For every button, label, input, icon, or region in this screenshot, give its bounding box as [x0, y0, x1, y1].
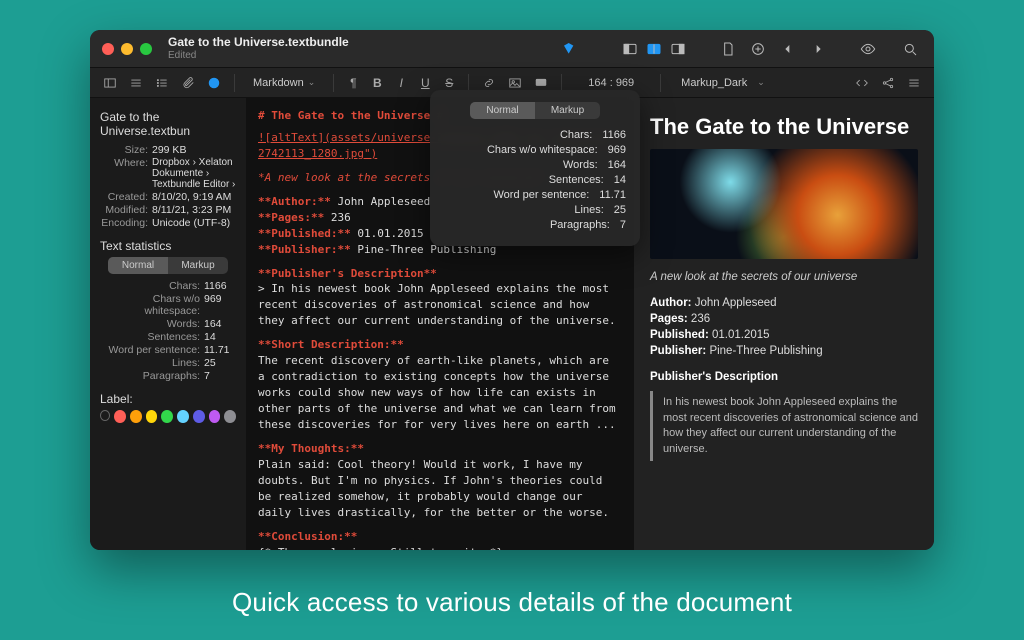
layout-left-button[interactable] [618, 38, 642, 60]
label-clear[interactable] [100, 410, 110, 421]
layout-split-button[interactable] [642, 38, 666, 60]
stats-popover: Normal Markup Chars:1166 Chars w/o white… [430, 90, 640, 246]
seg-markup[interactable]: Markup [168, 257, 228, 274]
theme-selector[interactable]: Markup_Dark ⌄ [671, 77, 775, 89]
label-swatch[interactable] [193, 410, 205, 423]
label-swatch[interactable] [114, 410, 126, 423]
popover-seg-normal[interactable]: Normal [470, 102, 535, 119]
label-swatch[interactable] [146, 410, 158, 423]
list-icon[interactable] [152, 73, 172, 93]
seg-normal[interactable]: Normal [108, 257, 168, 274]
minimize-window-button[interactable] [121, 43, 133, 55]
visibility-menu-button[interactable] [856, 38, 880, 60]
marketing-caption: Quick access to various details of the d… [0, 587, 1024, 618]
stats-heading: Text statistics [100, 239, 236, 253]
syntax-selector[interactable]: Markdown ⌄ [245, 77, 323, 89]
label-swatch[interactable] [130, 410, 142, 423]
chevron-up-down-icon: ⌄ [308, 77, 316, 88]
word-count[interactable]: 164 : 969 [572, 77, 650, 89]
zoom-window-button[interactable] [140, 43, 152, 55]
code-icon[interactable] [852, 73, 872, 93]
label-swatch[interactable] [224, 410, 236, 423]
label-swatch[interactable] [161, 410, 173, 423]
preview-pane: The Gate to the Universe A new look at t… [634, 98, 934, 550]
bold-button[interactable]: B [368, 76, 386, 90]
outline-icon[interactable] [126, 73, 146, 93]
chevron-up-down-icon: ⌄ [757, 77, 765, 88]
popover-segmented-control[interactable]: Normal Markup [470, 102, 600, 119]
strike-button[interactable]: S [440, 76, 458, 90]
forward-button[interactable] [806, 38, 830, 60]
preview-image [650, 149, 918, 259]
window-title: Gate to the Universe.textbundle [168, 36, 349, 49]
add-button[interactable] [746, 38, 770, 60]
attachment-icon[interactable] [178, 73, 198, 93]
document-menu-button[interactable] [716, 38, 740, 60]
window-subtitle: Edited [168, 50, 349, 61]
label-heading: Label: [100, 392, 236, 406]
info-icon[interactable]: i [204, 73, 224, 93]
search-button[interactable] [898, 38, 922, 60]
label-swatch[interactable] [209, 410, 221, 423]
traffic-lights [102, 43, 152, 55]
close-window-button[interactable] [102, 43, 114, 55]
menu-icon[interactable] [904, 73, 924, 93]
preview-pubdesc: In his newest book John Appleseed explai… [650, 391, 918, 461]
label-swatches [100, 410, 236, 423]
share-icon[interactable] [878, 73, 898, 93]
inspector-filename: Gate to the Universe.textbun [100, 110, 236, 138]
stats-segmented-control[interactable]: Normal Markup [108, 257, 228, 274]
label-swatch[interactable] [177, 410, 189, 423]
back-button[interactable] [776, 38, 800, 60]
popover-seg-markup[interactable]: Markup [535, 102, 600, 119]
titlebar: Gate to the Universe.textbundle Edited [90, 30, 934, 68]
theme-label: Markup_Dark [681, 77, 747, 89]
paragraph-button[interactable]: ¶ [344, 76, 362, 90]
sidebar-toggle-icon[interactable] [100, 73, 120, 93]
underline-button[interactable]: U [416, 76, 434, 90]
tag-icon[interactable] [558, 38, 582, 60]
italic-button[interactable]: I [392, 76, 410, 90]
preview-heading: The Gate to the Universe [650, 112, 918, 143]
preview-tagline: A new look at the secrets of our univers… [650, 269, 918, 285]
inspector-panel: Gate to the Universe.textbun Size:299 KB… [90, 98, 246, 550]
preview-pubdesc-heading: Publisher's Description [650, 369, 918, 385]
syntax-label: Markdown [253, 77, 304, 89]
divider [234, 74, 235, 92]
layout-right-button[interactable] [666, 38, 690, 60]
